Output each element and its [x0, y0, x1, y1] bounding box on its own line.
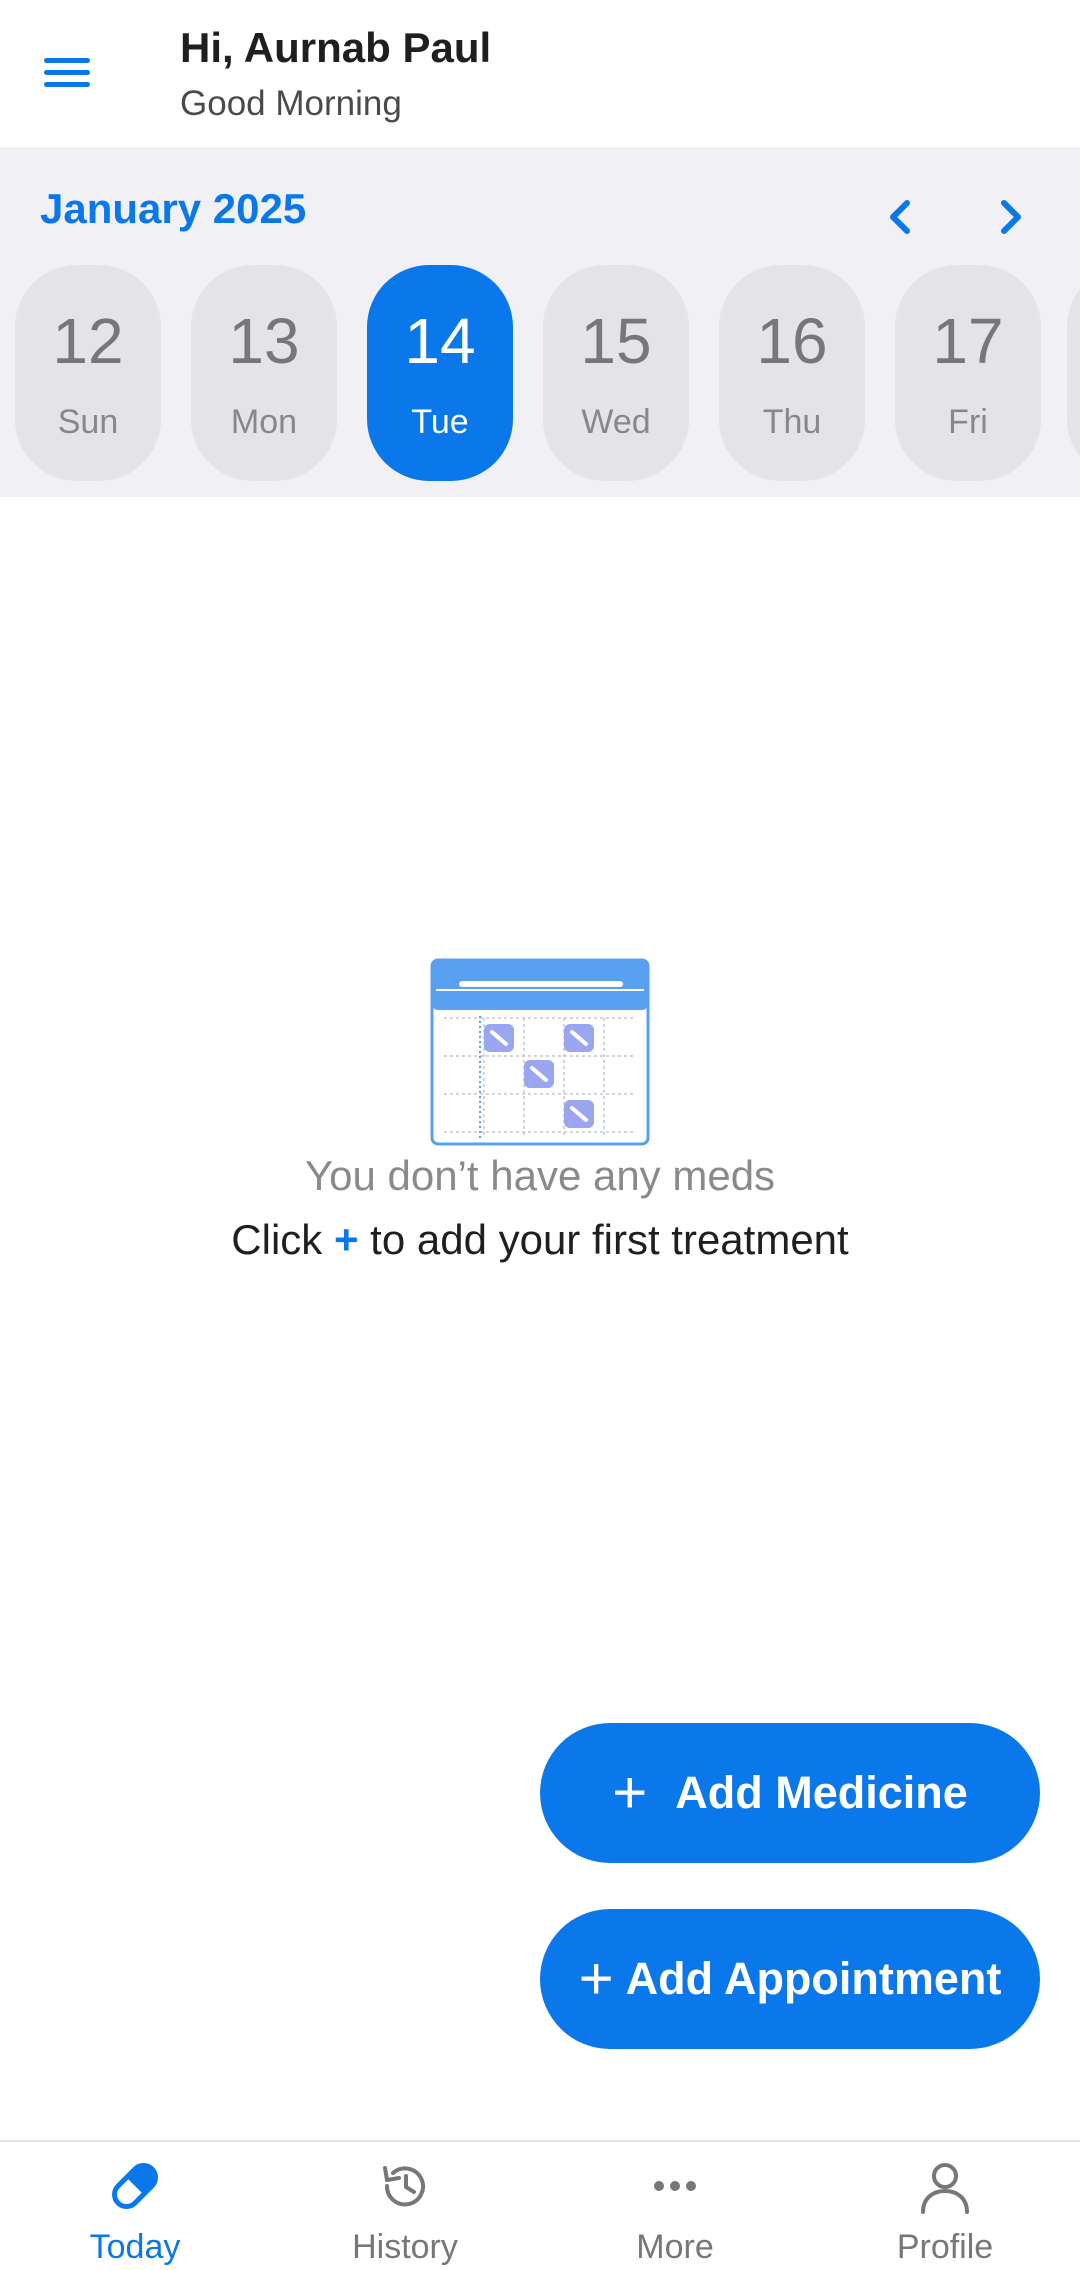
day-17[interactable]: 17 Fri [895, 265, 1041, 481]
nav-today[interactable]: Today [0, 2142, 270, 2270]
day-next-partial[interactable] [1067, 265, 1080, 481]
day-weekday: Thu [762, 403, 822, 441]
add-appointment-button[interactable]: + Add Appointment [540, 1909, 1040, 2049]
chevron-right-icon[interactable] [990, 189, 1034, 245]
profile-icon [915, 2156, 975, 2216]
pill-icon [105, 2156, 165, 2216]
plus-icon: + [612, 1759, 648, 1826]
nav-label: More [636, 2228, 714, 2266]
nav-history[interactable]: History [270, 2142, 540, 2270]
day-weekday: Sun [57, 403, 119, 441]
day-number: 15 [580, 305, 652, 377]
plus-icon: + [333, 1216, 359, 1263]
day-16[interactable]: 16 Thu [719, 265, 865, 481]
day-15[interactable]: 15 Wed [543, 265, 689, 481]
hint-text-after: to add your first treatment [358, 1216, 849, 1263]
nav-label: Today [89, 2228, 181, 2266]
greeting-text: Hi, Aurnab Paul [180, 24, 492, 71]
add-medicine-button[interactable]: + Add Medicine [540, 1723, 1040, 1863]
day-12[interactable]: 12 Sun [15, 265, 161, 481]
nav-profile[interactable]: Profile [810, 2142, 1080, 2270]
day-14-selected[interactable]: 14 Tue [367, 265, 513, 481]
add-medicine-label: Add Medicine [675, 1767, 968, 1818]
bottom-navigation: Today History More Profile [0, 2140, 1080, 2270]
day-number: 14 [404, 305, 476, 377]
empty-state-hint: Click + to add your first treatment [0, 1216, 1080, 1264]
add-appointment-label: Add Appointment [625, 1953, 1002, 2004]
hamburger-menu-icon[interactable] [40, 50, 100, 96]
chevron-left-icon[interactable] [877, 189, 921, 245]
day-number: 12 [52, 305, 124, 377]
day-number: 16 [756, 305, 828, 377]
day-13[interactable]: 13 Mon [191, 265, 337, 481]
day-number: 13 [228, 305, 300, 377]
nav-label: History [352, 2228, 458, 2266]
day-number: 17 [932, 305, 1004, 377]
calendar-pills-icon [430, 958, 650, 1146]
empty-state-title: You don’t have any meds [304, 1152, 776, 1199]
day-weekday: Mon [230, 403, 298, 441]
history-icon [375, 2156, 435, 2216]
day-weekday: Wed [581, 403, 651, 441]
more-dots-icon [645, 2156, 705, 2216]
subgreeting-text: Good Morning [180, 84, 402, 123]
plus-icon: + [578, 1945, 614, 2012]
day-weekday: Tue [411, 403, 469, 441]
day-weekday: Fri [948, 403, 988, 441]
header: Hi, Aurnab Paul Good Morning [0, 0, 1080, 147]
month-label: January 2025 [40, 185, 307, 232]
nav-label: Profile [896, 2228, 994, 2266]
week-calendar: January 2025 12 Sun 13 Mon 14 Tue 15 Wed… [0, 147, 1080, 497]
nav-more[interactable]: More [540, 2142, 810, 2270]
app-root: Hi, Aurnab Paul Good Morning January 202… [0, 0, 1080, 2270]
hint-text-before: Click [231, 1216, 334, 1263]
